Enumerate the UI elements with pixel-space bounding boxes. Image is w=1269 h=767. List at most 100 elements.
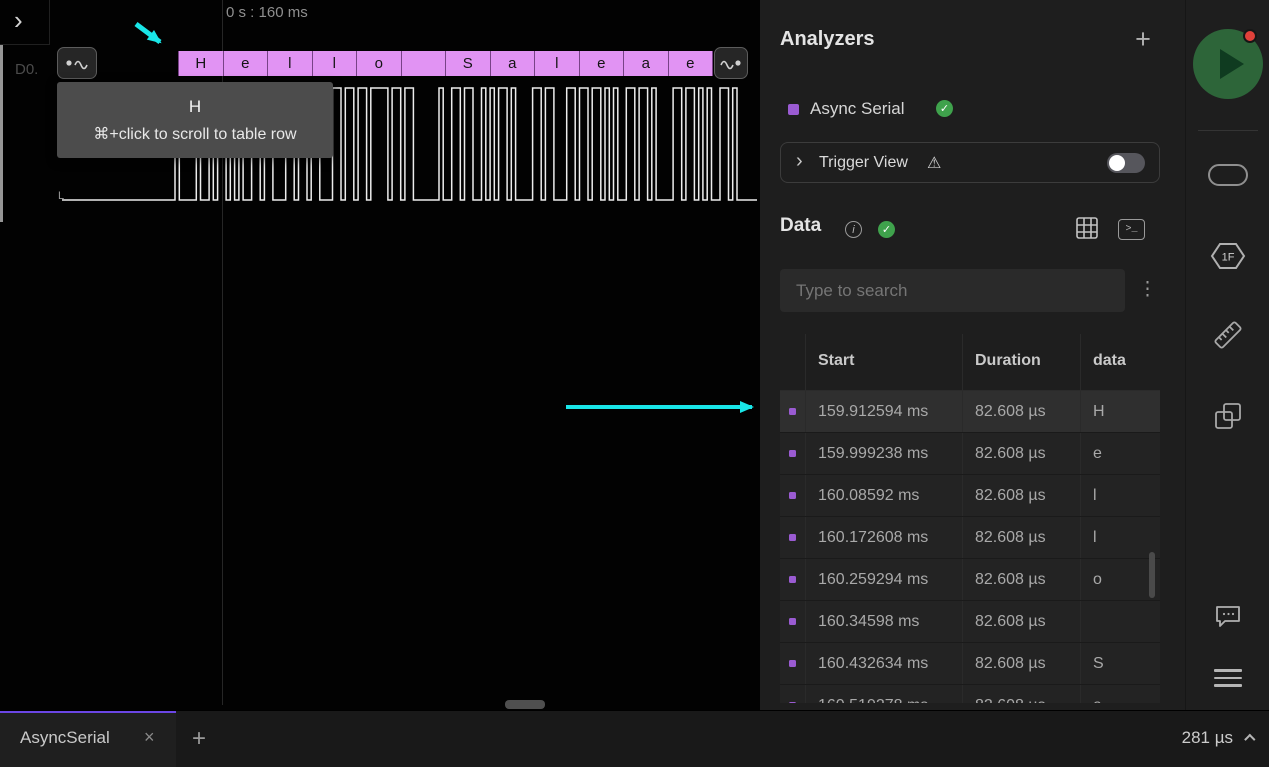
row-data: l [1080,517,1160,558]
more-options-icon[interactable]: ⋮ [1138,278,1157,301]
row-marker-icon [789,408,796,415]
capture-duration-control[interactable]: 281 µs [1182,728,1251,748]
row-duration: 82.608 µs [962,391,1080,432]
decoded-byte[interactable]: e [669,51,714,76]
row-start: 160.519278 ms [805,685,962,703]
hex-badge-label: 1F [1222,252,1235,264]
table-row[interactable]: 160.172608 ms82.608 µsl [780,517,1160,559]
menu-icon[interactable] [1214,664,1242,692]
decoded-byte[interactable]: H [178,51,224,76]
close-icon[interactable]: × [144,727,155,748]
trigger-view-row[interactable]: › Trigger View ⚠ [780,142,1160,183]
row-start: 160.172608 ms [805,517,962,558]
table-row[interactable]: 159.999238 ms82.608 µse [780,433,1160,475]
chat-icon[interactable] [1214,604,1242,635]
row-duration: 82.608 µs [962,643,1080,684]
header-duration: Duration [962,334,1080,390]
row-data: l [1080,475,1160,516]
tooltip-value: H [189,97,201,117]
info-icon[interactable]: i [845,221,862,238]
analyzers-title: Analyzers [780,28,875,51]
row-marker [780,685,805,703]
decoded-byte[interactable]: l [535,51,580,76]
add-tab-button[interactable]: + [192,725,206,753]
range-start-handle[interactable] [57,47,97,79]
chevron-right-icon[interactable]: › [796,150,803,173]
table-row[interactable]: 160.259294 ms82.608 µso [780,559,1160,601]
waveform-canvas[interactable]: 0 s : 160 ms › D0. Hello Saleae L H ⌘+cl… [0,0,760,710]
toggle-knob [1109,155,1125,171]
table-row[interactable]: 160.432634 ms82.608 µsS [780,643,1160,685]
active-tab-indicator [0,711,176,713]
warning-icon: ⚠ [927,153,941,173]
decoded-byte[interactable]: a [491,51,536,76]
decoded-byte[interactable]: o [357,51,402,76]
row-start: 160.08592 ms [805,475,962,516]
row-start: 160.259294 ms [805,559,962,600]
decoded-data-table: Start Duration data 159.912594 ms82.608 … [780,334,1160,703]
analyzer-item-async-serial[interactable]: Async Serial [810,99,904,119]
row-marker [780,517,805,558]
table-header-row: Start Duration data [780,334,1160,391]
trigger-view-toggle[interactable] [1107,153,1145,173]
tab-async-serial[interactable]: AsyncSerial × [0,711,176,767]
analyzer-status-check-icon: ✓ [936,100,953,117]
row-marker-icon [789,618,796,625]
decoded-byte[interactable]: S [446,51,491,76]
play-icon [1220,49,1244,79]
row-marker [780,391,805,432]
row-start: 159.912594 ms [805,391,962,432]
row-duration: 82.608 µs [962,601,1080,642]
table-scrollbar-thumb[interactable] [1149,552,1155,598]
search-input[interactable] [780,269,1125,312]
table-row[interactable]: 159.912594 ms82.608 µsH [780,391,1160,433]
terminal-view-icon[interactable]: >_ [1118,219,1145,240]
record-status-dot [1243,29,1257,43]
table-row[interactable]: 160.519278 ms82.608 µsa [780,685,1160,703]
row-marker-icon [789,660,796,667]
extensions-icon[interactable] [1212,400,1244,437]
row-marker [780,601,805,642]
add-analyzer-button[interactable]: + [1128,24,1158,55]
decoded-bytes-strip: Hello Saleae [178,51,713,76]
range-end-handle[interactable] [714,47,748,79]
row-data: a [1080,685,1160,703]
table-row[interactable]: 160.34598 ms82.608 µs [780,601,1160,643]
data-section-title: Data [780,215,821,237]
row-marker [780,559,805,600]
row-data [1080,601,1160,642]
capture-duration-label: 281 µs [1182,728,1233,748]
bottom-tab-bar: AsyncSerial × + 281 µs [0,710,1269,767]
row-data: S [1080,643,1160,684]
table-row[interactable]: 160.08592 ms82.608 µsl [780,475,1160,517]
decoded-byte[interactable] [402,51,447,76]
trigger-view-label: Trigger View [819,154,908,172]
decoded-byte[interactable]: e [580,51,625,76]
row-start: 160.432634 ms [805,643,962,684]
row-duration: 82.608 µs [962,685,1080,703]
hex-display-icon[interactable]: 1F [1210,242,1246,275]
header-start: Start [805,334,962,390]
analyzer-color-swatch [788,104,799,115]
dot-sine-icon [64,56,90,70]
decoded-byte[interactable]: a [624,51,669,76]
decoded-byte[interactable]: l [313,51,358,76]
row-start: 160.34598 ms [805,601,962,642]
row-marker [780,433,805,474]
search-box [780,269,1125,312]
byte-tooltip: H ⌘+click to scroll to table row [57,82,333,158]
decoded-byte[interactable]: e [224,51,269,76]
chevron-up-icon [1244,734,1255,745]
row-marker-icon [789,702,796,703]
row-duration: 82.608 µs [962,517,1080,558]
decoded-byte[interactable]: l [268,51,313,76]
device-icon[interactable] [1208,164,1248,186]
row-marker-icon [789,450,796,457]
row-duration: 82.608 µs [962,559,1080,600]
tooltip-hint: ⌘+click to scroll to table row [93,124,296,144]
row-marker-icon [789,534,796,541]
row-marker [780,643,805,684]
table-view-icon[interactable] [1076,217,1098,244]
measure-icon[interactable] [1211,318,1245,357]
row-marker-icon [789,576,796,583]
